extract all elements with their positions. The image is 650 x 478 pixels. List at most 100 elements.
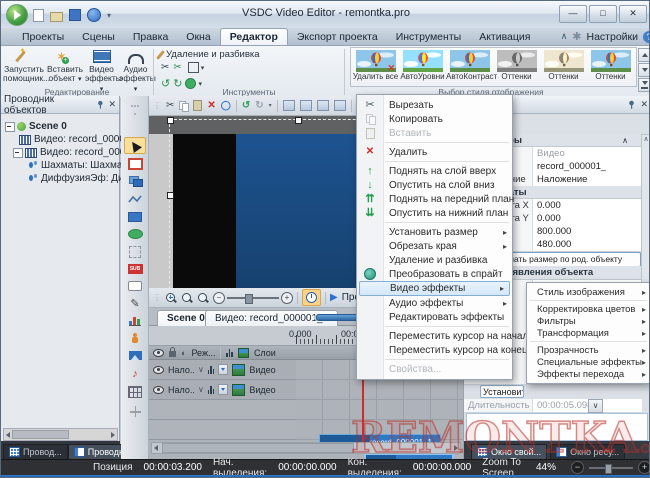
gallery-expand[interactable]: [638, 78, 649, 92]
spritesheet-icon[interactable]: [126, 384, 144, 399]
play-icon[interactable]: ▶: [330, 292, 338, 303]
track-row-header-3[interactable]: [149, 400, 296, 420]
menu-item-properties[interactable]: Свойства...: [357, 362, 512, 376]
crop-icon[interactable]: [187, 62, 199, 73]
submenu-item-transparency[interactable]: Прозрачность ▸: [527, 344, 649, 356]
scroll-left-icon[interactable]: [154, 445, 158, 451]
close-panel-icon[interactable]: ✕: [108, 99, 116, 110]
cut-icon[interactable]: ✂: [166, 100, 174, 111]
add-rectangle-outline-icon[interactable]: [126, 156, 144, 171]
audio-effects-button[interactable]: Аудио эффекты ▾: [119, 48, 156, 93]
wave-icon[interactable]: [207, 365, 215, 374]
status-zoom-slider[interactable]: − +: [571, 461, 649, 474]
scroll-up-icon[interactable]: ∧: [642, 135, 649, 143]
tab-projects[interactable]: Проекты: [13, 29, 73, 45]
rectangle-icon[interactable]: [126, 209, 144, 224]
run-wizard-button[interactable]: ✦ Запустить помощник...: [3, 46, 50, 88]
tab-export[interactable]: Экспорт проекта: [288, 29, 387, 45]
menu-item-copy[interactable]: Копировать: [357, 112, 512, 126]
timeline-zoom-slider[interactable]: − +: [213, 291, 293, 304]
polyline-icon[interactable]: [126, 191, 144, 206]
tab-editor[interactable]: Редактор: [219, 28, 288, 45]
track-options-icon[interactable]: [218, 364, 229, 375]
ellipse-icon[interactable]: [126, 226, 144, 241]
gallery-scroll-down[interactable]: [638, 63, 649, 77]
menu-item-audio-effects[interactable]: Аудио эффекты ▸: [357, 296, 512, 310]
add-image-icon[interactable]: [126, 348, 144, 363]
menu-item-cut-split[interactable]: Удаление и разбивка: [357, 253, 512, 267]
resources-window-tab[interactable]: Окно ресу...: [550, 444, 626, 459]
selection-handle[interactable]: [295, 117, 302, 124]
menu-item-cursor-start[interactable]: Переместить курсор на начало: [357, 329, 534, 343]
align-left-icon[interactable]: [282, 100, 295, 111]
scroll-left-icon[interactable]: [6, 431, 10, 438]
style-thumb-autocontrast[interactable]: АвтоКонтраст: [446, 49, 497, 86]
collapse-icon[interactable]: ∧: [622, 136, 642, 145]
tree-item-scene[interactable]: Scene 0: [5, 120, 124, 133]
scroll-thumb[interactable]: [162, 443, 354, 453]
menu-item-cursor-end[interactable]: Переместить курсор на конец: [357, 343, 528, 357]
zoom-out-icon[interactable]: −: [571, 461, 584, 474]
add-audio-icon[interactable]: ♪: [126, 366, 144, 381]
track-row-header-4[interactable]: [149, 420, 296, 440]
duration-dropdown-icon[interactable]: ∨: [588, 399, 603, 413]
insert-object-button[interactable]: ✶ + Вставить объект ▾: [47, 48, 83, 88]
toolbar-grip[interactable]: ⋮: [153, 101, 161, 110]
tooltip-icon[interactable]: [126, 278, 144, 293]
submenu-item-image-style[interactable]: Стиль изображения ▸: [527, 286, 649, 298]
lock-icon[interactable]: [169, 347, 176, 357]
chart-icon[interactable]: [126, 313, 144, 328]
selection-handle[interactable]: [167, 117, 174, 124]
align-top-icon[interactable]: [316, 100, 329, 111]
align-bottom-icon[interactable]: [333, 100, 346, 111]
scroll-right-icon[interactable]: [111, 431, 115, 438]
eye-icon[interactable]: [153, 348, 164, 357]
dropdown-icon[interactable]: ∨: [198, 385, 204, 394]
close-panel-icon[interactable]: ✕: [640, 99, 648, 110]
tab-scenes[interactable]: Сцены: [73, 29, 124, 45]
zoom-fit-icon[interactable]: [197, 292, 209, 304]
pin-icon[interactable]: [96, 100, 105, 109]
minimize-button[interactable]: —: [559, 5, 587, 23]
subtitles-icon[interactable]: SUB: [126, 261, 144, 276]
select-tool-icon[interactable]: [124, 137, 146, 154]
style-thumb-autolevels[interactable]: АвтоУровни: [399, 49, 446, 86]
eye-icon[interactable]: [153, 365, 164, 374]
track-row-header-1[interactable]: Нало... ∨ Видео: [149, 360, 296, 380]
style-thumb-delete-all[interactable]: ✕ Удалить все: [352, 49, 399, 86]
explorer-tab-1[interactable]: Провод...: [3, 444, 68, 459]
maximize-button[interactable]: □: [589, 5, 617, 23]
align-right-icon[interactable]: [299, 100, 312, 111]
menu-item-crop[interactable]: Обрезать края ▸: [357, 239, 512, 253]
zoom-out-icon[interactable]: [181, 292, 193, 304]
tab-windows[interactable]: Окна: [177, 29, 219, 45]
submenu-item-color-correction[interactable]: Корректировка цветов ▸: [527, 303, 649, 315]
video-effects-button[interactable]: Видео эффекты ▾: [85, 48, 122, 93]
submenu-item-special-effects[interactable]: Специальные эффекты ▸: [527, 356, 649, 368]
submenu-item-transition-effects[interactable]: Эффекты перехода ▸: [527, 368, 649, 380]
eye-icon[interactable]: [153, 385, 164, 394]
menu-item-delete[interactable]: ✕ Удалить: [357, 145, 512, 159]
tree-expander-icon[interactable]: [13, 147, 23, 158]
caret-icon[interactable]: ▾: [201, 64, 205, 72]
layers-icon[interactable]: [237, 347, 249, 358]
time-display-button[interactable]: [302, 289, 321, 306]
ellipse-select-icon[interactable]: ◯: [221, 100, 231, 111]
menu-item-bring-front[interactable]: ⇈ Поднять на передний план: [357, 192, 514, 206]
tree-item-video2[interactable]: Видео: record_000001: [13, 146, 132, 159]
style-thumb-shades-2[interactable]: Оттенки: [540, 49, 587, 86]
pencil-icon[interactable]: ✎: [126, 296, 144, 311]
gallery-scroll-up[interactable]: [638, 48, 649, 62]
selection-handle[interactable]: [167, 192, 174, 199]
help-icon[interactable]: ?: [643, 30, 649, 43]
menu-item-convert-sprite[interactable]: Преобразовать в спрайт: [357, 267, 512, 281]
track-options-icon[interactable]: [218, 384, 229, 395]
zoom-minus-icon[interactable]: −: [213, 291, 225, 304]
move-tool-icon[interactable]: [126, 404, 144, 419]
menu-item-paste[interactable]: Вставить: [357, 126, 512, 140]
menu-item-cut[interactable]: ✂ Вырезать: [357, 98, 512, 112]
style-thumb-shades-1[interactable]: Оттенки: [493, 49, 540, 86]
toolbar-grip[interactable]: ⋮: [153, 293, 161, 302]
dropdown-icon[interactable]: ∨: [198, 365, 204, 374]
undo-icon[interactable]: ↺: [242, 100, 250, 111]
